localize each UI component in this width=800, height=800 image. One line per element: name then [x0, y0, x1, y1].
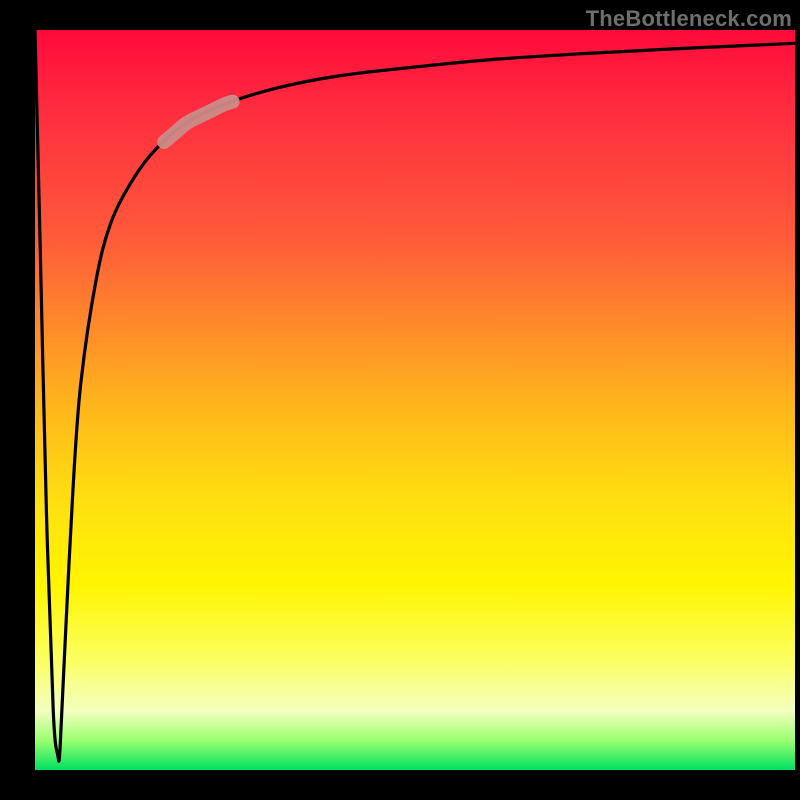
- curve-highlight: [164, 102, 232, 142]
- curve-path: [35, 30, 795, 761]
- chart-frame: TheBottleneck.com: [0, 0, 800, 800]
- plot-area: [35, 30, 795, 770]
- curve-layer: [35, 30, 795, 770]
- watermark-text: TheBottleneck.com: [586, 6, 792, 32]
